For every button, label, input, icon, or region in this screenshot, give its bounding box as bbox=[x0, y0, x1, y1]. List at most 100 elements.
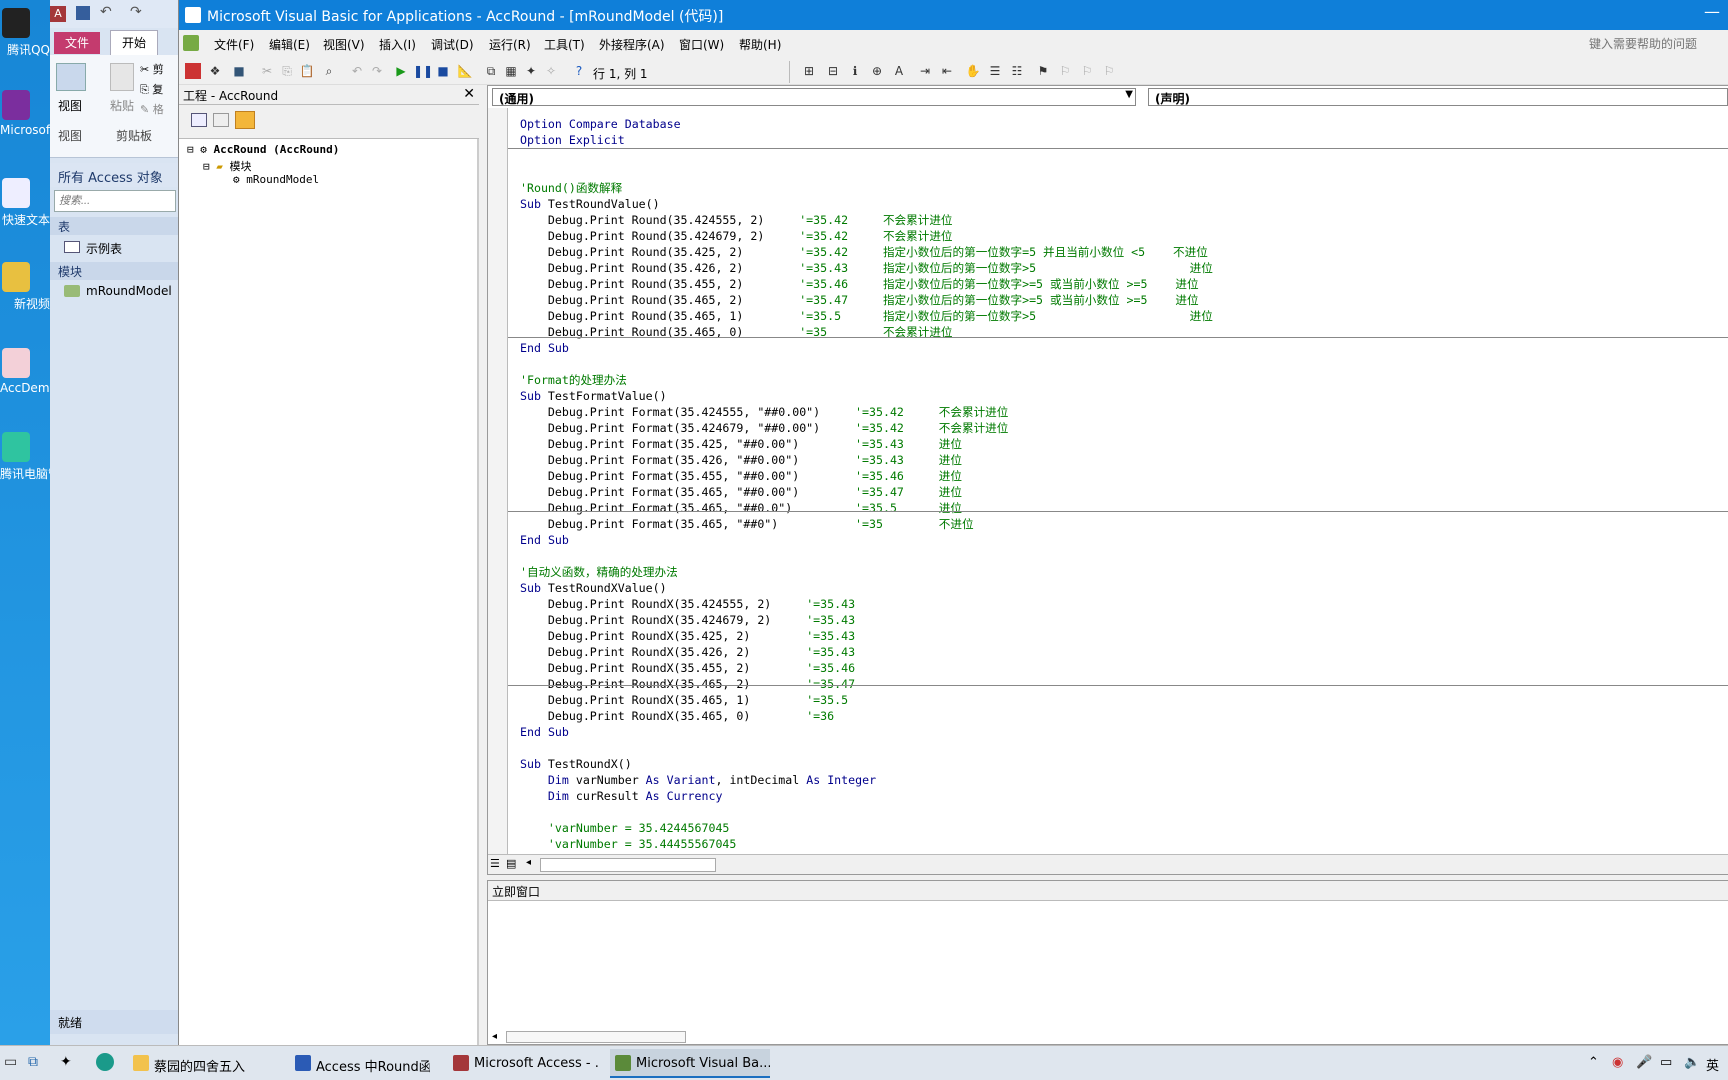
project-tree-module[interactable]: ⚙ mRoundModel bbox=[233, 173, 319, 186]
previous-bookmark-icon[interactable]: ⚐ bbox=[1079, 63, 1095, 79]
volume-icon[interactable]: 🔈 bbox=[1684, 1055, 1700, 1070]
copy-icon[interactable]: ⎘ bbox=[279, 63, 295, 79]
complete-word-icon[interactable]: A bbox=[891, 63, 907, 79]
indent-icon[interactable]: ⇥ bbox=[917, 63, 933, 79]
toggle-bookmark-icon[interactable]: ⚑ bbox=[1035, 63, 1051, 79]
menu-debug[interactable]: 调试(D) bbox=[431, 36, 474, 53]
collapse-icon[interactable]: ⊟ bbox=[203, 160, 210, 173]
object-browser-icon[interactable]: ✦ bbox=[523, 63, 539, 79]
project-explorer-icon[interactable]: ⧉ bbox=[483, 63, 499, 79]
view-access-icon[interactable] bbox=[185, 63, 201, 79]
desktop-icon-pcmgr[interactable]: 腾讯电脑管家 bbox=[0, 432, 50, 482]
chevron-up-icon[interactable]: ⌃ bbox=[1588, 1055, 1599, 1070]
run-icon[interactable]: ▶ bbox=[393, 63, 409, 79]
help-search-input[interactable] bbox=[1589, 34, 1724, 54]
nav-search-input[interactable] bbox=[54, 190, 176, 212]
list-constants-icon[interactable]: ⊟ bbox=[825, 63, 841, 79]
copy-button[interactable]: ⎘ 复 bbox=[140, 81, 163, 97]
view-code-icon[interactable] bbox=[191, 113, 207, 127]
full-module-view-icon[interactable]: ▤ bbox=[506, 857, 516, 870]
group-modules[interactable]: 模块 bbox=[50, 262, 178, 280]
ime-indicator[interactable]: 英 bbox=[1706, 1055, 1719, 1074]
file-tab[interactable]: 文件 bbox=[54, 32, 100, 54]
home-tab[interactable]: 开始 bbox=[110, 30, 158, 56]
format-painter-button[interactable]: ✎ 格 bbox=[140, 101, 164, 117]
break-icon[interactable]: ❚❚ bbox=[413, 63, 433, 79]
procedure-combo[interactable]: (声明) bbox=[1148, 88, 1728, 106]
comment-block-icon[interactable]: ☰ bbox=[987, 63, 1003, 79]
scroll-left-icon[interactable]: ◂ bbox=[492, 1031, 497, 1042]
view-icon[interactable] bbox=[56, 63, 86, 91]
toggle-breakpoint-icon[interactable]: ✋ bbox=[965, 63, 981, 79]
properties-icon[interactable]: ▦ bbox=[503, 63, 519, 79]
cut-button[interactable]: ✂ 剪 bbox=[140, 61, 164, 77]
view-button-label[interactable]: 视图 bbox=[58, 97, 82, 114]
list-properties-icon[interactable]: ⊞ bbox=[801, 63, 817, 79]
desktop-icon-qq[interactable]: 腾讯QQ bbox=[0, 8, 50, 58]
undo-icon[interactable]: ↶ bbox=[100, 4, 112, 20]
toolbox-icon[interactable]: ✧ bbox=[543, 63, 559, 79]
code-window[interactable]: (通用) ▼ (声明) Option Compare Database Optio… bbox=[487, 85, 1728, 875]
desktop-icon-quicktext[interactable]: 快速文本 bbox=[0, 178, 50, 228]
group-tables[interactable]: 表 bbox=[50, 217, 178, 235]
immediate-window[interactable]: 立即窗口 ◂ bbox=[487, 880, 1728, 1045]
margin-indicator-bar[interactable] bbox=[488, 108, 508, 854]
menu-file[interactable]: 文件(F) bbox=[214, 36, 254, 53]
parameter-info-icon[interactable]: ⊕ bbox=[869, 63, 885, 79]
menu-edit[interactable]: 编辑(E) bbox=[269, 36, 310, 53]
menu-window[interactable]: 窗口(W) bbox=[679, 36, 724, 53]
redo-tool-icon[interactable]: ↷ bbox=[369, 63, 385, 79]
design-mode-icon[interactable]: 📐 bbox=[457, 63, 473, 79]
nav-item-table[interactable]: 示例表 bbox=[58, 238, 178, 258]
desktop-icon-onenote[interactable]: Microsoft OneNot... bbox=[0, 90, 50, 137]
microphone-icon[interactable]: 🎤 bbox=[1636, 1055, 1652, 1070]
navigation-pane-header[interactable]: 所有 Access 对象 bbox=[50, 163, 178, 187]
view-object-icon[interactable] bbox=[213, 113, 229, 127]
collapse-icon[interactable]: ⊟ bbox=[187, 143, 194, 156]
nav-item-module[interactable]: mRoundModel bbox=[58, 282, 178, 302]
minimize-icon[interactable]: — bbox=[1704, 2, 1720, 21]
insert-module-icon[interactable]: ❖ bbox=[207, 63, 223, 79]
clear-bookmarks-icon[interactable]: ⚐ bbox=[1101, 63, 1117, 79]
scroll-left-icon[interactable]: ◂ bbox=[526, 857, 531, 868]
taskbar-app-folder[interactable]: 蔡园的四舍五入 bbox=[128, 1049, 268, 1078]
redo-icon[interactable]: ↷ bbox=[130, 4, 142, 20]
horizontal-scrollbar[interactable] bbox=[540, 858, 716, 872]
object-combo[interactable]: (通用) ▼ bbox=[492, 88, 1136, 106]
procedure-view-icon[interactable]: ☰ bbox=[490, 857, 500, 870]
project-tree-root[interactable]: ⊟ ⚙ AccRound (AccRound) bbox=[187, 143, 339, 156]
menu-run[interactable]: 运行(R) bbox=[489, 36, 531, 53]
cut-icon[interactable]: ✂ bbox=[259, 63, 275, 79]
save-icon[interactable] bbox=[76, 6, 90, 20]
chevron-down-icon[interactable]: ▼ bbox=[1125, 89, 1133, 100]
undo-tool-icon[interactable]: ↶ bbox=[349, 63, 365, 79]
task-view-icon[interactable]: ⧉ bbox=[28, 1054, 38, 1070]
desktop-icon-accdemo[interactable]: AccDemo bbox=[0, 348, 50, 395]
desktop-icon-video[interactable]: 新视频 bbox=[0, 262, 50, 312]
paste-button-label[interactable]: 粘贴 bbox=[110, 97, 134, 114]
paste-tool-icon[interactable]: 📋 bbox=[299, 63, 315, 79]
menu-help[interactable]: 帮助(H) bbox=[739, 36, 781, 53]
paste-icon[interactable] bbox=[110, 63, 134, 91]
menu-insert[interactable]: 插入(I) bbox=[379, 36, 416, 53]
uncomment-block-icon[interactable]: ☷ bbox=[1009, 63, 1025, 79]
help-icon[interactable]: ? bbox=[571, 63, 587, 79]
network-icon[interactable]: ▭ bbox=[1660, 1055, 1672, 1070]
menu-view[interactable]: 视图(V) bbox=[323, 36, 365, 53]
code-editor[interactable]: Option Compare Database Option Explicit '… bbox=[520, 116, 1725, 854]
horizontal-scrollbar[interactable] bbox=[506, 1031, 686, 1043]
menu-tools[interactable]: 工具(T) bbox=[544, 36, 585, 53]
next-bookmark-icon[interactable]: ⚐ bbox=[1057, 63, 1073, 79]
save-project-icon[interactable]: ■ bbox=[231, 63, 247, 79]
outdent-icon[interactable]: ⇤ bbox=[939, 63, 955, 79]
app-icon[interactable]: ✦ bbox=[60, 1054, 72, 1070]
close-icon[interactable]: ✕ bbox=[463, 86, 475, 102]
menu-addins[interactable]: 外接程序(A) bbox=[599, 36, 665, 53]
quick-info-icon[interactable]: ℹ bbox=[847, 63, 863, 79]
reset-icon[interactable]: ■ bbox=[435, 63, 451, 79]
find-icon[interactable]: ⌕ bbox=[321, 63, 337, 79]
toggle-folders-icon[interactable] bbox=[235, 111, 255, 129]
taskbar-app-word[interactable]: Access 中Round函... bbox=[290, 1049, 430, 1078]
taskbar-app-vba[interactable]: Microsoft Visual Ba... bbox=[610, 1049, 770, 1078]
security-icon[interactable]: ◉ bbox=[1612, 1055, 1623, 1070]
